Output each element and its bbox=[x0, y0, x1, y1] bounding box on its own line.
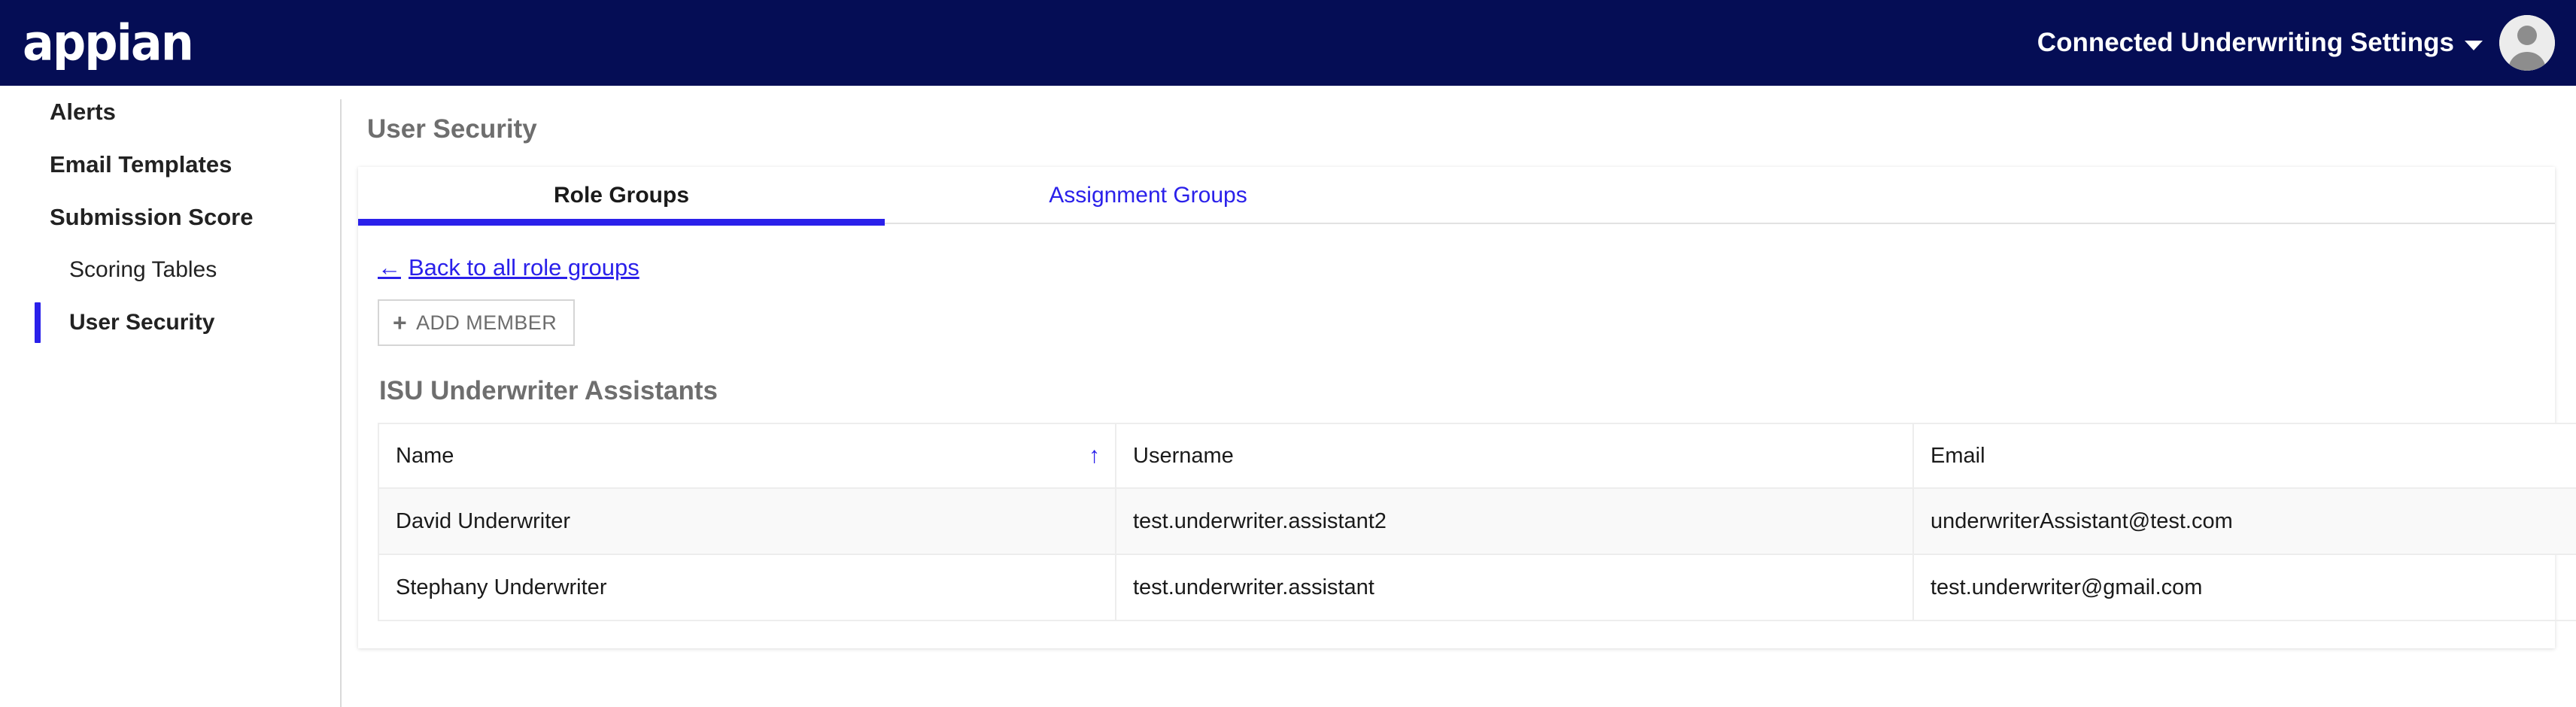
content-card: Role Groups Assignment Groups ← Back to … bbox=[358, 167, 2576, 648]
active-indicator-bar bbox=[35, 302, 41, 343]
cell-email: test.underwriter@gmail.com bbox=[1913, 554, 2576, 621]
tab-bar: Role Groups Assignment Groups bbox=[358, 167, 2555, 226]
site-switcher-button[interactable]: Connected Underwriting Settings bbox=[2037, 28, 2483, 58]
app-header: appian Connected Underwriting Settings bbox=[0, 0, 2576, 86]
chevron-down-icon bbox=[2465, 40, 2483, 50]
header-right-group: Connected Underwriting Settings bbox=[2037, 15, 2555, 71]
cell-email: underwriterAssistant@test.com bbox=[1913, 488, 2576, 555]
tab-role-groups[interactable]: Role Groups bbox=[358, 167, 885, 226]
sidebar-item-label: Submission Score bbox=[50, 204, 254, 230]
card-body: ← Back to all role groups + ADD MEMBER I… bbox=[358, 224, 2576, 648]
sidebar-item-label: Email Templates bbox=[50, 151, 232, 178]
sidebar: Alerts Email Templates Submission Score … bbox=[0, 86, 340, 707]
site-switcher-label: Connected Underwriting Settings bbox=[2037, 28, 2454, 57]
table-header-row: Name ↑ Username Email bbox=[378, 423, 2576, 489]
add-member-button-label: ADD MEMBER bbox=[416, 311, 557, 334]
column-header-label: Name bbox=[396, 443, 454, 468]
arrow-left-icon: ← bbox=[378, 254, 401, 281]
tab-assignment-groups[interactable]: Assignment Groups bbox=[885, 167, 1411, 224]
sidebar-item-user-security[interactable]: User Security bbox=[0, 296, 340, 349]
cell-name: Stephany Underwriter bbox=[378, 554, 1116, 621]
sidebar-item-label: User Security bbox=[69, 310, 215, 335]
sidebar-item-alerts[interactable]: Alerts bbox=[0, 86, 340, 138]
table-row: Stephany Underwriter test.underwriter.as… bbox=[378, 554, 2576, 621]
cell-username: test.underwriter.assistant bbox=[1116, 554, 1914, 621]
sort-ascending-icon: ↑ bbox=[1089, 443, 1100, 468]
sidebar-item-label: Alerts bbox=[50, 99, 116, 125]
column-header-label: Email bbox=[1930, 443, 1985, 468]
column-header-label: Username bbox=[1133, 443, 1234, 468]
user-avatar-icon[interactable] bbox=[2499, 15, 2555, 71]
back-to-all-role-groups-link[interactable]: ← Back to all role groups bbox=[378, 254, 639, 281]
sidebar-item-submission-score[interactable]: Submission Score bbox=[0, 191, 340, 244]
column-header-email[interactable]: Email bbox=[1913, 423, 2576, 489]
main-content: User Security Role Groups Assignment Gro… bbox=[342, 86, 2576, 707]
cell-username: test.underwriter.assistant2 bbox=[1116, 488, 1914, 555]
role-group-title: ISU Underwriter Assistants bbox=[379, 376, 718, 405]
column-header-username[interactable]: Username bbox=[1116, 423, 1914, 489]
members-table: Name ↑ Username Email David Underwriter … bbox=[378, 423, 2576, 621]
sidebar-item-scoring-tables[interactable]: Scoring Tables bbox=[0, 244, 340, 296]
sidebar-item-label: Scoring Tables bbox=[69, 257, 217, 282]
cell-name: David Underwriter bbox=[378, 488, 1116, 555]
tab-label: Assignment Groups bbox=[1049, 183, 1247, 208]
tab-label: Role Groups bbox=[553, 183, 689, 208]
page-title: User Security bbox=[367, 114, 537, 144]
back-link-label: Back to all role groups bbox=[409, 254, 639, 281]
sidebar-item-email-templates[interactable]: Email Templates bbox=[0, 138, 340, 191]
plus-icon: + bbox=[393, 309, 408, 336]
column-header-name[interactable]: Name ↑ bbox=[378, 423, 1116, 489]
appian-logo[interactable]: appian bbox=[23, 18, 194, 68]
add-member-button[interactable]: + ADD MEMBER bbox=[378, 299, 576, 346]
table-row: David Underwriter test.underwriter.assis… bbox=[378, 488, 2576, 555]
